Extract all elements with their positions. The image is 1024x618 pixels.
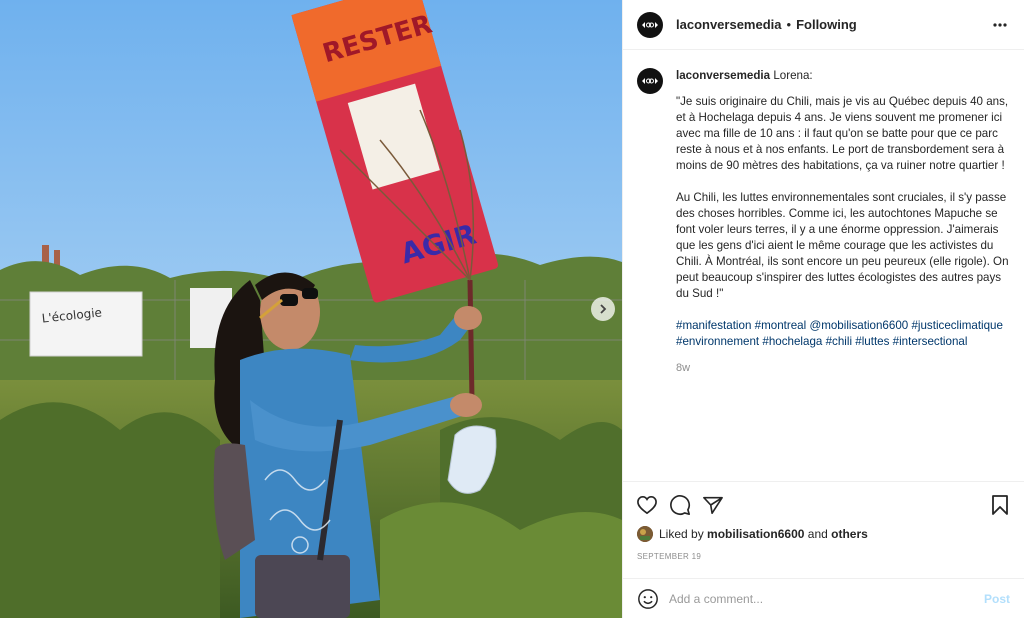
post-comment-button[interactable]: Post <box>984 592 1010 606</box>
brand-logo-icon <box>642 78 658 84</box>
likes-summary: Liked by mobilisation6600 and others <box>637 526 1010 542</box>
separator-dot: • <box>786 17 792 32</box>
hashtag-link[interactable]: #montreal <box>755 319 807 332</box>
comment-button[interactable] <box>668 493 692 517</box>
avatar[interactable] <box>637 11 663 38</box>
more-horizontal-icon <box>993 22 1007 27</box>
more-options-button[interactable] <box>990 15 1010 35</box>
hashtag-link[interactable]: #environnement <box>676 335 759 348</box>
caption-time-ago[interactable]: 8w <box>676 360 1010 376</box>
caption-text: laconversemedia Lorena: "Je suis origina… <box>676 68 1010 376</box>
post-detail-panel: laconversemedia • Following laconverseme… <box>622 0 1024 618</box>
hashtag-link[interactable]: #hochelaga <box>762 335 822 348</box>
share-button[interactable] <box>701 493 725 517</box>
caption-intro: Lorena: <box>773 69 813 82</box>
comment-bubble-icon <box>670 495 691 515</box>
bushes <box>0 402 220 618</box>
post-date[interactable]: SEPTEMBER 19 <box>637 552 701 561</box>
caption-paragraph-2: Au Chili, les luttes environnementales s… <box>676 191 1009 300</box>
post-header: laconversemedia • Following <box>623 0 1024 50</box>
action-bar <box>623 488 1024 522</box>
hashtag-link[interactable]: #manifestation <box>676 319 751 332</box>
liker-username[interactable]: mobilisation6600 <box>707 527 804 541</box>
heart-icon <box>637 495 657 515</box>
liker-avatar-image <box>637 526 653 542</box>
header-username[interactable]: laconversemedia <box>676 17 782 32</box>
follow-status-button[interactable]: Following <box>796 17 857 32</box>
hashtag-link[interactable]: #chili <box>826 335 852 348</box>
comment-form: Post <box>623 578 1024 618</box>
post-photo[interactable]: L'écologie RESTER AGIR <box>0 0 622 618</box>
caption-row: laconversemedia Lorena: "Je suis origina… <box>637 68 1010 376</box>
hashtag-link[interactable]: #intersectional <box>893 335 968 348</box>
avatar[interactable] <box>637 68 663 94</box>
chevron-right-icon <box>600 304 607 314</box>
caption-username[interactable]: laconversemedia <box>676 69 770 82</box>
caption-paragraph-1: "Je suis originaire du Chili, mais je vi… <box>676 95 1009 172</box>
like-button[interactable] <box>635 493 659 517</box>
bookmark-icon <box>992 495 1008 515</box>
paper-plane-icon <box>703 496 723 514</box>
likes-prefix: Liked by <box>659 527 704 541</box>
carousel-next-button[interactable] <box>591 297 615 321</box>
likes-others-link[interactable]: others <box>831 527 868 541</box>
comment-input[interactable] <box>669 591 984 606</box>
mention-link[interactable]: @mobilisation6600 <box>809 319 908 332</box>
emoji-icon[interactable] <box>637 588 659 610</box>
likes-connector: and <box>807 527 828 541</box>
save-button[interactable] <box>988 493 1012 517</box>
hashtag-link[interactable]: #luttes <box>855 335 889 348</box>
photo-illustration: L'écologie RESTER AGIR <box>0 0 622 618</box>
caption-first-line: laconversemedia Lorena: <box>676 68 1010 84</box>
caption-section: laconversemedia Lorena: "Je suis origina… <box>623 50 1024 482</box>
bushes <box>380 502 622 618</box>
hashtag-link[interactable]: #justiceclimatique <box>911 319 1003 332</box>
liker-avatar[interactable] <box>637 526 653 542</box>
sign-stick <box>467 279 475 401</box>
brand-logo-icon <box>642 21 658 28</box>
caption-hashtags: #manifestation #montreal @mobilisation66… <box>676 318 1010 350</box>
